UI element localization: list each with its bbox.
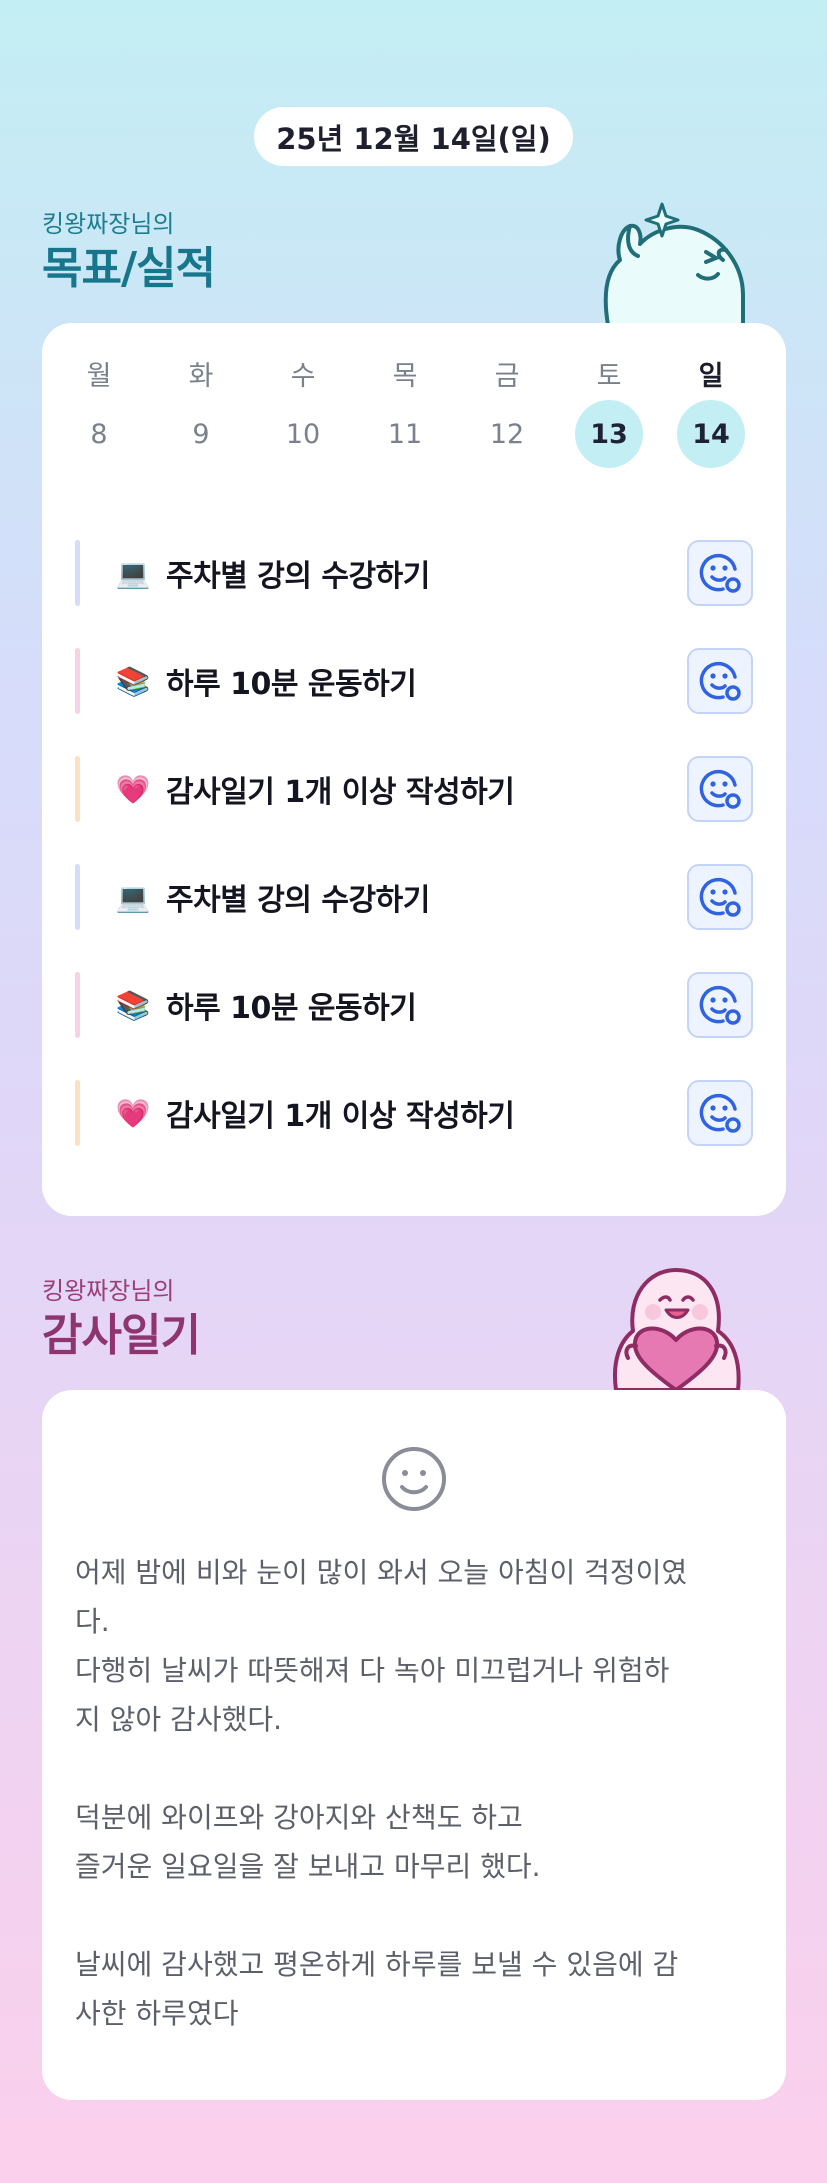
goal-color-bar <box>75 864 80 930</box>
smile-add-icon <box>699 661 741 701</box>
weekday-tue: 화 <box>188 360 214 392</box>
weekday-sun: 일 <box>698 360 724 392</box>
goal-item[interactable]: 📚 하루 10분 운동하기 <box>75 646 753 716</box>
weekday-wed: 수 <box>290 360 316 392</box>
heart-icon: 💗 <box>115 772 151 806</box>
diary-card: 어제 밤에 비와 눈이 많이 와서 오늘 아침이 걱정이였 다. 다행히 날씨가… <box>42 1390 786 2100</box>
achievement-button[interactable] <box>687 1080 753 1146</box>
laptop-icon: 💻 <box>115 880 151 914</box>
achievement-button[interactable] <box>687 540 753 606</box>
date-12[interactable]: 12 <box>473 400 541 468</box>
smile-add-icon <box>699 877 741 917</box>
goal-item[interactable]: 💗 감사일기 1개 이상 작성하기 <box>75 754 753 824</box>
date-11[interactable]: 11 <box>371 400 439 468</box>
weekday-row: 월 화 수 목 금 토 일 <box>65 353 745 393</box>
achievement-button[interactable] <box>687 972 753 1038</box>
goal-color-bar <box>75 756 80 822</box>
goal-label: 감사일기 1개 이상 작성하기 <box>166 775 515 810</box>
mascot-thumbs-up <box>603 202 745 325</box>
goal-item[interactable]: 📚 하루 10분 운동하기 <box>75 970 753 1040</box>
goal-label: 주차별 강의 수강하기 <box>166 559 430 594</box>
achievement-button[interactable] <box>687 864 753 930</box>
goal-label: 주차별 강의 수강하기 <box>166 883 430 918</box>
diary-body-text: 어제 밤에 비와 눈이 많이 와서 오늘 아침이 걱정이였 다. 다행히 날씨가… <box>75 1556 688 2030</box>
weekday-mon: 월 <box>86 360 112 392</box>
weekday-thu: 목 <box>392 360 418 392</box>
date-14-selected[interactable]: 14 <box>677 400 745 468</box>
goal-item[interactable]: 💻 주차별 강의 수강하기 <box>75 538 753 608</box>
goal-label: 감사일기 1개 이상 작성하기 <box>166 1099 515 1134</box>
heart-icon: 💗 <box>115 1096 151 1130</box>
smile-add-icon <box>699 1093 741 1133</box>
smile-add-icon <box>699 985 741 1025</box>
smile-add-icon <box>699 553 741 593</box>
date-8[interactable]: 8 <box>65 400 133 468</box>
goal-label: 하루 10분 운동하기 <box>166 991 417 1026</box>
smile-face-icon <box>382 1447 446 1511</box>
goal-color-bar <box>75 540 80 606</box>
goal-color-bar <box>75 1080 80 1146</box>
smile-add-icon <box>699 769 741 809</box>
achievement-button[interactable] <box>687 756 753 822</box>
date-row: 8 9 10 11 12 13 14 <box>65 400 745 468</box>
date-13[interactable]: 13 <box>575 400 643 468</box>
books-icon: 📚 <box>115 664 151 698</box>
date-9[interactable]: 9 <box>167 400 235 468</box>
weekday-fri: 금 <box>494 360 520 392</box>
goal-item[interactable]: 💗 감사일기 1개 이상 작성하기 <box>75 1078 753 1148</box>
goal-color-bar <box>75 972 80 1038</box>
books-icon: 📚 <box>115 988 151 1022</box>
goal-color-bar <box>75 648 80 714</box>
laptop-icon: 💻 <box>115 556 151 590</box>
goal-item[interactable]: 💻 주차별 강의 수강하기 <box>75 862 753 932</box>
achievement-button[interactable] <box>687 648 753 714</box>
goal-card: 월 화 수 목 금 토 일 8 9 10 11 12 13 14 💻 주차별 강… <box>42 323 786 1216</box>
mascot-holding-heart <box>613 1268 741 1390</box>
goal-section-title: 목표/실적 <box>42 243 216 294</box>
diary-section-title: 감사일기 <box>42 1310 201 1361</box>
weekday-sat: 토 <box>596 360 622 392</box>
goal-label: 하루 10분 운동하기 <box>166 667 417 702</box>
date-10[interactable]: 10 <box>269 400 337 468</box>
date-pill[interactable]: 25년 12월 14일(일) <box>254 107 573 166</box>
